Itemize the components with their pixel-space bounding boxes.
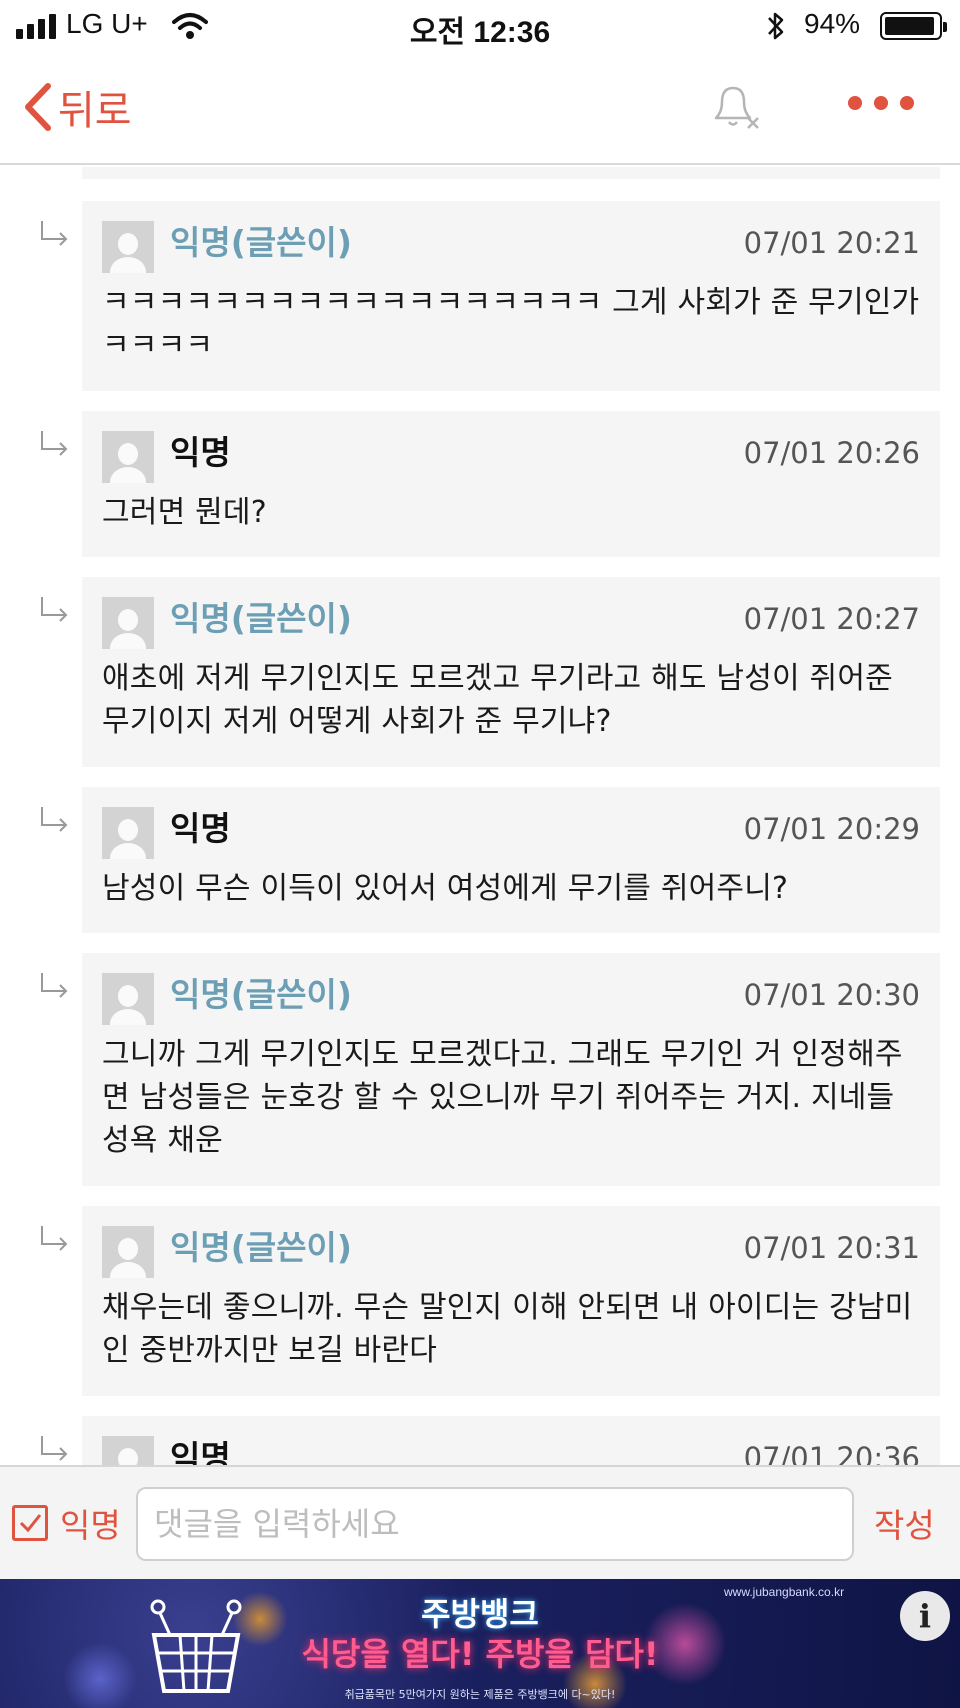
avatar bbox=[102, 973, 154, 1025]
more-options-icon[interactable] bbox=[848, 96, 914, 110]
comment-item: 익명(글쓴이) 07/01 20:27 애초에 저게 무기인지도 모르겠고 무기… bbox=[0, 577, 960, 767]
submit-comment-button[interactable]: 작성 bbox=[874, 1499, 935, 1547]
previous-comment-card-edge bbox=[82, 167, 940, 179]
comment-item: 익명(글쓴이) 07/01 20:31 채우는데 좋으니까. 무슨 말인지 이해… bbox=[0, 1206, 960, 1396]
chevron-left-icon bbox=[25, 83, 51, 131]
comment-author: 익명(글쓴이) bbox=[170, 599, 352, 638]
avatar bbox=[102, 431, 154, 483]
comment-text: ㅋㅋㅋㅋㅋㅋㅋㅋㅋㅋㅋㅋㅋㅋㅋㅋㅋㅋ 그게 사회가 준 무기인가 ㅋㅋㅋㅋ bbox=[102, 285, 920, 363]
reply-arrow-icon bbox=[41, 973, 68, 998]
avatar bbox=[102, 807, 154, 859]
comment-time: 07/01 20:31 bbox=[743, 1231, 920, 1265]
comment-author: 익명 bbox=[170, 433, 231, 472]
reply-arrow-icon bbox=[41, 1436, 68, 1461]
comment-author: 익명(글쓴이) bbox=[170, 975, 352, 1014]
avatar bbox=[102, 1226, 154, 1278]
reply-arrow-icon bbox=[41, 807, 68, 832]
comment-item: 익명 07/01 20:29 남성이 무슨 이득이 있어서 여성에게 무기를 쥐… bbox=[0, 787, 960, 933]
avatar bbox=[102, 1436, 154, 1465]
reply-arrow-icon bbox=[41, 597, 68, 622]
comment-item: 익명(글쓴이) 07/01 20:30 그니까 그게 무기인지도 모르겠다고. … bbox=[0, 953, 960, 1186]
comment-author: 익명(글쓴이) bbox=[170, 223, 352, 262]
comment-text: 채우는데 좋으니까. 무슨 말인지 이해 안되면 내 아이디는 강남미인 중반까… bbox=[102, 1290, 913, 1368]
comment-time: 07/01 20:27 bbox=[743, 602, 920, 636]
comment-text: 애초에 저게 무기인지도 모르겠고 무기라고 해도 남성이 쥐어준 무기이지 저… bbox=[102, 661, 893, 739]
comment-card[interactable]: 익명 07/01 20:26 그러면 뭔데? bbox=[82, 411, 940, 557]
bluetooth-icon bbox=[768, 12, 784, 40]
notification-off-bell-icon[interactable] bbox=[708, 82, 762, 132]
reply-arrow-icon bbox=[41, 1226, 68, 1251]
comment-author: 익명 bbox=[170, 809, 231, 848]
reply-arrow-icon bbox=[41, 221, 68, 246]
avatar bbox=[102, 221, 154, 273]
comment-text: 그러면 뭔데? bbox=[102, 495, 267, 530]
comment-time: 07/01 20:26 bbox=[743, 436, 920, 470]
comment-card[interactable]: 익명(글쓴이) 07/01 20:30 그니까 그게 무기인지도 모르겠다고. … bbox=[82, 953, 940, 1186]
comment-item: 익명 07/01 20:36 bbox=[0, 1416, 960, 1465]
comment-list[interactable]: 익명(글쓴이) 07/01 20:21 ㅋㅋㅋㅋㅋㅋㅋㅋㅋㅋㅋㅋㅋㅋㅋㅋㅋㅋ 그… bbox=[0, 167, 960, 1465]
comment-item: 익명(글쓴이) 07/01 20:21 ㅋㅋㅋㅋㅋㅋㅋㅋㅋㅋㅋㅋㅋㅋㅋㅋㅋㅋ 그… bbox=[0, 201, 960, 391]
comment-text: 남성이 무슨 이득이 있어서 여성에게 무기를 쥐어주니? bbox=[102, 871, 789, 906]
battery-fill bbox=[885, 17, 934, 35]
ad-banner[interactable]: www.jubangbank.co.kr 주방뱅크 식당을 열다! 주방을 담다… bbox=[0, 1579, 960, 1708]
comment-item: 익명 07/01 20:26 그러면 뭔데? bbox=[0, 411, 960, 557]
checkmark-icon bbox=[19, 1514, 42, 1533]
comment-card[interactable]: 익명(글쓴이) 07/01 20:27 애초에 저게 무기인지도 모르겠고 무기… bbox=[82, 577, 940, 767]
battery-icon bbox=[880, 12, 947, 40]
comment-time: 07/01 20:30 bbox=[743, 978, 920, 1012]
ad-headline: 식당을 열다! 주방을 담다! bbox=[301, 1635, 659, 1673]
comment-card[interactable]: 익명 07/01 20:29 남성이 무슨 이득이 있어서 여성에게 무기를 쥐… bbox=[82, 787, 940, 933]
ad-info-icon[interactable]: i bbox=[900, 1591, 950, 1641]
reply-arrow-icon bbox=[41, 431, 68, 456]
comment-time: 07/01 20:36 bbox=[743, 1441, 920, 1465]
comment-card[interactable]: 익명(글쓴이) 07/01 20:21 ㅋㅋㅋㅋㅋㅋㅋㅋㅋㅋㅋㅋㅋㅋㅋㅋㅋㅋ 그… bbox=[82, 201, 940, 391]
back-label: 뒤로 bbox=[58, 88, 132, 134]
back-button[interactable]: 뒤로 bbox=[20, 78, 132, 136]
anonymous-label[interactable]: 익명 bbox=[60, 1499, 121, 1547]
comment-composer: 익명 작성 bbox=[0, 1465, 960, 1579]
ad-subtext: 취급품목만 5만여가지 원하는 제품은 주방뱅크에 다~있다! bbox=[344, 1688, 616, 1701]
comment-author: 익명(글쓴이) bbox=[170, 1228, 352, 1267]
avatar bbox=[102, 597, 154, 649]
anonymous-checkbox[interactable] bbox=[12, 1505, 48, 1541]
battery-percent: 94% bbox=[804, 8, 861, 39]
comment-card[interactable]: 익명 07/01 20:36 bbox=[82, 1416, 940, 1465]
comment-card[interactable]: 익명(글쓴이) 07/01 20:31 채우는데 좋으니까. 무슨 말인지 이해… bbox=[82, 1206, 940, 1396]
status-bar: LG U+ 오전 12:36 94% bbox=[0, 0, 960, 52]
nav-bar: 뒤로 bbox=[0, 52, 960, 165]
comment-text: 그니까 그게 무기인지도 모르겠다고. 그래도 무기인 거 인정해주면 남성들은… bbox=[102, 1037, 903, 1158]
comment-time: 07/01 20:21 bbox=[743, 226, 920, 260]
comment-input[interactable] bbox=[136, 1487, 854, 1561]
comment-time: 07/01 20:29 bbox=[743, 812, 920, 846]
comment-author: 익명 bbox=[170, 1438, 231, 1465]
